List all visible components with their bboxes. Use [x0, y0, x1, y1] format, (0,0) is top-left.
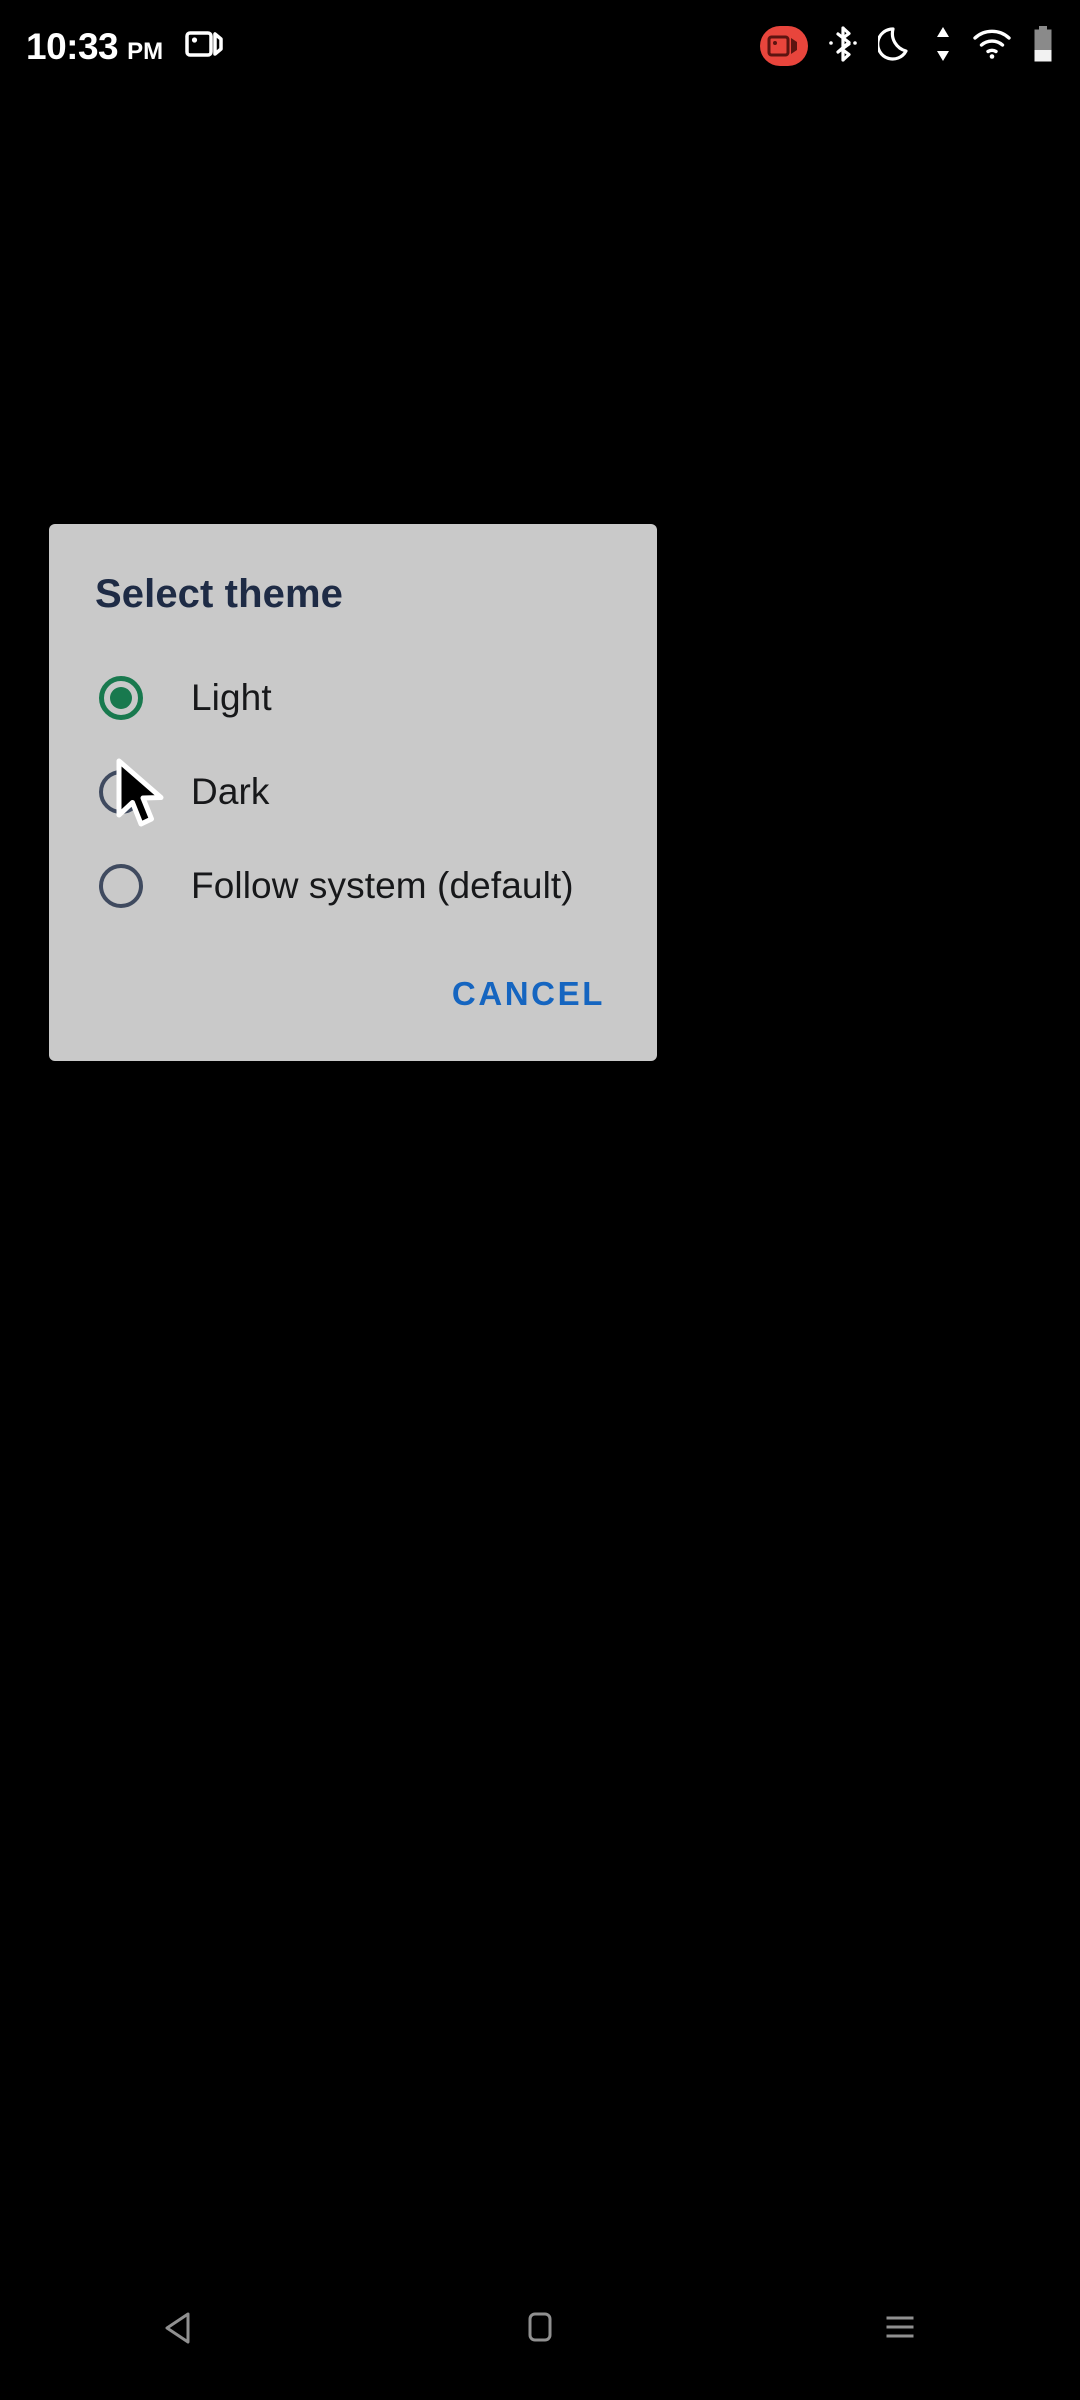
rounded-square-icon — [518, 2306, 562, 2355]
cancel-button[interactable]: CANCEL — [440, 967, 617, 1021]
theme-options-list: Light Dark Follow system (default) — [49, 617, 657, 941]
theme-option-dark[interactable]: Dark — [49, 745, 657, 839]
recents-button[interactable] — [720, 2306, 1080, 2355]
theme-option-follow-system[interactable]: Follow system (default) — [49, 839, 657, 933]
status-bar-right — [760, 24, 1054, 69]
hamburger-lines-icon — [878, 2306, 922, 2355]
data-transfer-arrows-icon — [934, 25, 952, 68]
radio-light-icon[interactable] — [99, 676, 143, 720]
radio-dark-icon[interactable] — [99, 770, 143, 814]
select-theme-dialog: Select theme Light Dark Follow system (d… — [49, 524, 657, 1061]
status-bar: 10:33 PM — [0, 0, 1080, 92]
dialog-actions: CANCEL — [49, 941, 657, 1061]
screen-record-video-icon — [185, 28, 225, 65]
screen-recording-active-icon — [760, 26, 808, 66]
radio-follow-system-icon[interactable] — [99, 864, 143, 908]
clock-meridiem: PM — [127, 37, 164, 65]
triangle-left-icon — [158, 2306, 202, 2355]
theme-option-follow-system-label: Follow system (default) — [191, 865, 574, 906]
theme-option-light-label: Light — [191, 677, 272, 718]
dialog-title: Select theme — [95, 572, 343, 616]
theme-option-light[interactable]: Light — [49, 651, 657, 745]
theme-option-dark-label: Dark — [191, 771, 270, 812]
clock-time: 10:33 — [26, 25, 119, 67]
battery-icon — [1032, 25, 1054, 68]
back-button[interactable] — [0, 2306, 360, 2355]
bluetooth-icon — [828, 24, 858, 69]
wifi-icon — [972, 28, 1012, 65]
status-bar-clock: 10:33 PM — [26, 28, 163, 65]
status-bar-left: 10:33 PM — [26, 28, 225, 65]
home-button[interactable] — [360, 2306, 720, 2355]
do-not-disturb-moon-icon — [876, 25, 914, 68]
navigation-bar — [0, 2260, 1080, 2400]
